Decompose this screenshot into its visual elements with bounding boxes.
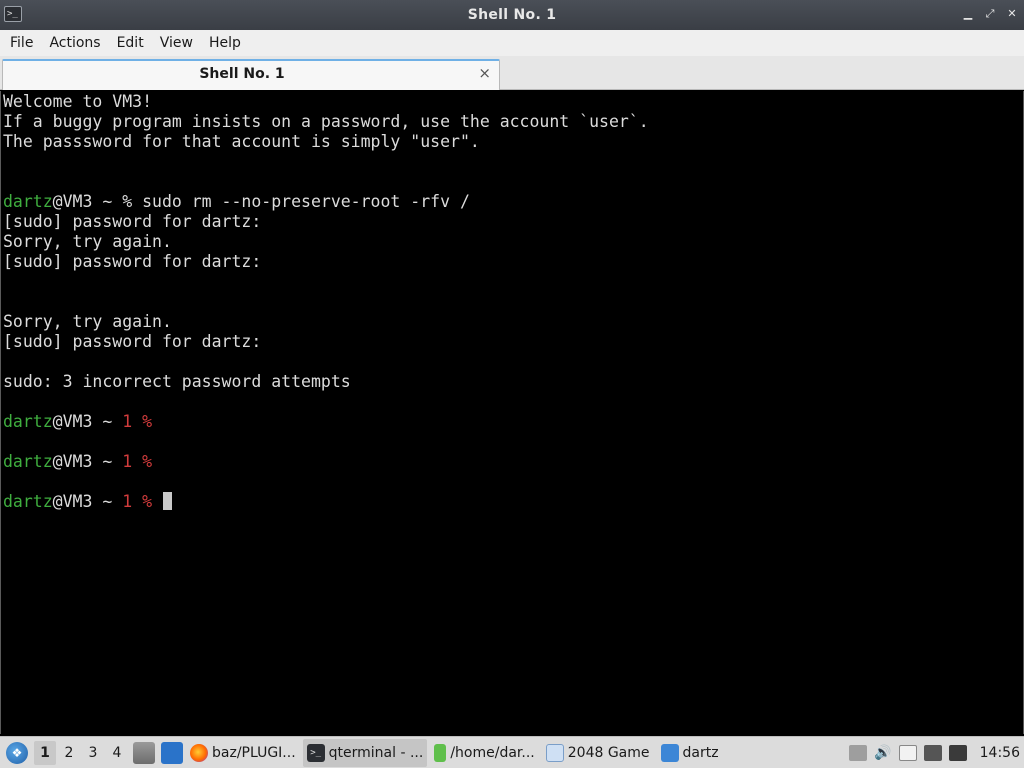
terminal-line: Welcome to VM3! (3, 92, 1023, 112)
task-label: 2048 Game (567, 744, 650, 761)
terminal-text: Welcome to VM3! (3, 92, 153, 111)
terminal-line: [sudo] password for dartz: (3, 212, 1023, 232)
system-tray: 🔊 14:56 (849, 744, 1024, 761)
terminal-line: The passsword for that account is simply… (3, 132, 1023, 152)
terminal-line: dartz@VM3 ~ % sudo rm --no-preserve-root… (3, 192, 1023, 212)
terminal-text: [sudo] password for dartz: (3, 252, 262, 271)
task-label: dartz (682, 744, 719, 761)
terminal-text: If a buggy program insists on a password… (3, 112, 649, 131)
prompt-exit-status: 1 % (122, 412, 153, 431)
show-desktop-icon[interactable] (161, 741, 183, 764)
terminal-line: dartz@VM3 ~ 1 % (3, 412, 1023, 432)
tab-label: Shell No. 1 (199, 66, 285, 82)
clock[interactable]: 14:56 (980, 745, 1020, 761)
desktop-3-button[interactable]: 3 (82, 741, 104, 765)
window-title: Shell No. 1 (467, 7, 557, 23)
menu-help[interactable]: Help (201, 30, 249, 56)
terminal-cursor (162, 492, 172, 510)
tab-shell-1[interactable]: Shell No. 1 × (2, 59, 500, 90)
desktop-1-button[interactable]: 1 (34, 740, 56, 765)
terminal-text: Sorry, try again. (3, 232, 172, 251)
terminal-text: @VM3 ~ % sudo rm --no-preserve-root -rfv… (52, 192, 470, 211)
file-manager-icon[interactable] (133, 741, 155, 764)
task-text-editor[interactable]: /home/dar... (430, 739, 538, 767)
terminal-text: sudo: 3 incorrect password attempts (3, 372, 351, 391)
desktop-4-button[interactable]: 4 (106, 741, 128, 765)
terminal-text: The passsword for that account is simply… (3, 132, 480, 151)
menu-file[interactable]: File (2, 30, 41, 56)
desktop-2-button[interactable]: 2 (58, 741, 80, 765)
game-window-icon (545, 743, 564, 762)
task-folder-dartz[interactable]: dartz (657, 739, 723, 767)
minimize-icon[interactable]: ▁ (962, 7, 974, 21)
maximize-icon[interactable]: ⤢ (984, 7, 996, 21)
start-menu-icon[interactable]: ❖ (6, 741, 28, 764)
prompt-user: dartz (3, 192, 53, 211)
text-file-icon (434, 743, 447, 762)
task-2048-game[interactable]: 2048 Game (542, 739, 654, 767)
terminal-icon[interactable]: >_ (4, 6, 22, 22)
prompt-user: dartz (3, 492, 53, 511)
close-icon[interactable]: ✕ (1006, 7, 1018, 21)
terminal-output[interactable]: Welcome to VM3! If a buggy program insist… (0, 91, 1024, 734)
terminal-line: Sorry, try again. (3, 232, 1023, 252)
prompt-user: dartz (3, 452, 53, 471)
taskbar: ❖ 1 2 3 4 baz/PLUGI... >_ qterminal - ..… (0, 736, 1024, 768)
terminal-text: @VM3 ~ (52, 452, 123, 471)
task-label: qterminal - ... (328, 744, 424, 761)
screen-icon[interactable] (923, 744, 942, 761)
tab-close-icon[interactable]: × (478, 64, 491, 82)
window-controls: ▁ ⤢ ✕ (962, 7, 1018, 21)
terminal-line: sudo: 3 incorrect password attempts (3, 372, 1023, 392)
prompt-exit-status: 1 % (122, 492, 162, 511)
task-qterminal[interactable]: >_ qterminal - ... (302, 738, 428, 767)
volume-icon[interactable]: 🔊 (874, 745, 891, 761)
folder-icon (660, 743, 679, 762)
task-firefox[interactable]: baz/PLUGI... (186, 739, 300, 767)
task-label: /home/dar... (450, 744, 535, 761)
terminal-line: dartz@VM3 ~ 1 % (3, 492, 1023, 512)
menu-bar: File Actions Edit View Help (0, 30, 1024, 56)
terminal-text: [sudo] password for dartz: (3, 332, 262, 351)
menu-view[interactable]: View (152, 30, 201, 56)
task-label: baz/PLUGI... (212, 744, 296, 761)
terminal-text: Sorry, try again. (3, 312, 172, 331)
terminal-text: [sudo] password for dartz: (3, 212, 262, 231)
menu-actions[interactable]: Actions (41, 30, 108, 56)
terminal-line: [sudo] password for dartz: (3, 252, 1023, 272)
clipboard-icon[interactable] (898, 744, 917, 761)
terminal-line: If a buggy program insists on a password… (3, 112, 1023, 132)
terminal-text: @VM3 ~ (52, 492, 123, 511)
terminal-line: [sudo] password for dartz: (3, 332, 1023, 352)
prompt-user: dartz (3, 412, 53, 431)
firefox-icon (190, 743, 208, 762)
terminal-text: @VM3 ~ (52, 412, 123, 431)
terminal-line: dartz@VM3 ~ 1 % (3, 452, 1023, 472)
update-notifier-icon[interactable] (849, 744, 868, 761)
network-icon[interactable] (948, 744, 967, 761)
tab-bar: Shell No. 1 × (0, 56, 1024, 90)
prompt-exit-status: 1 % (122, 452, 153, 471)
terminal-line: Sorry, try again. (3, 312, 1023, 332)
terminal-icon: >_ (306, 743, 325, 762)
window-titlebar[interactable]: >_ Shell No. 1 ▁ ⤢ ✕ (0, 0, 1024, 30)
menu-edit[interactable]: Edit (109, 30, 152, 56)
